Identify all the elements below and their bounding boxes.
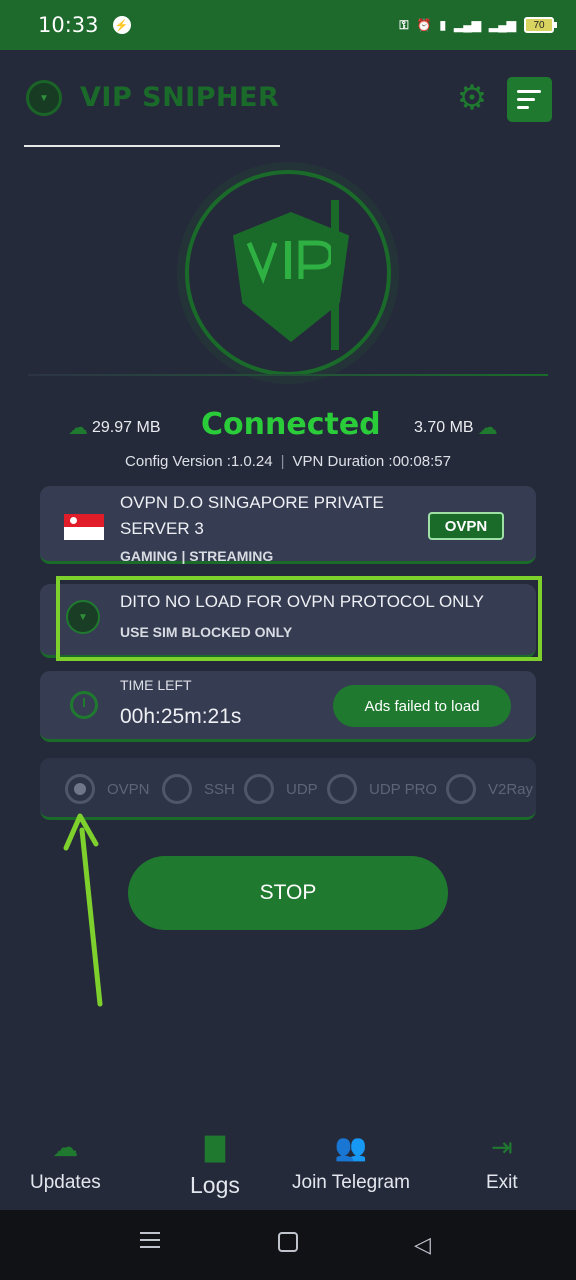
protocol-label: UDP <box>286 780 318 798</box>
cloud-upload-icon: ☁ <box>477 417 498 439</box>
nav-logs-label: Logs <box>190 1172 240 1198</box>
logo-pole <box>331 200 339 350</box>
nav-exit[interactable]: ⇥ Exit <box>486 1128 518 1194</box>
protocol-label: SSH <box>204 780 235 798</box>
menu-line-icon <box>517 98 535 101</box>
protocol-option-udp[interactable]: UDP <box>244 774 318 804</box>
time-left-label: TIME LEFT <box>120 677 192 693</box>
radio-icon <box>446 774 476 804</box>
nav-telegram-label: Join Telegram <box>292 1172 410 1193</box>
status-bar: 10:33 ⚡ ⚿ ⏰ ▮ ▂▄▆ ▂▄▆ 70 <box>0 0 576 50</box>
protocol-option-udp-pro[interactable]: UDP PRO <box>327 774 437 804</box>
download-value: 29.97 MB <box>92 418 161 436</box>
protocol-label: OVPN <box>107 780 150 798</box>
connection-status: Connected <box>201 407 381 442</box>
server-name: OVPN D.O SINGAPORE PRIVATE SERVER 3 <box>120 493 384 538</box>
app-header: ▼ VIP SNIPHER ⚙ <box>0 70 576 130</box>
protocol-badge: OVPN <box>428 512 504 540</box>
volte-icon: ▮ <box>439 18 447 32</box>
menu-button[interactable] <box>507 77 552 122</box>
protocol-label: UDP PRO <box>369 780 438 798</box>
protocol-option-ssh[interactable]: SSH <box>162 774 235 804</box>
download-stat: ☁ 29.97 MB <box>68 415 160 440</box>
signal-icon: ▂▄▆ <box>454 18 482 32</box>
nav-logs[interactable]: ▇ Logs <box>190 1128 240 1199</box>
gear-icon[interactable]: ⚙ <box>456 81 488 115</box>
header-underline <box>24 145 280 147</box>
server-tags: GAMING | STREAMING <box>120 548 274 564</box>
protocol-label: V2Ray <box>488 780 534 798</box>
stop-button[interactable]: STOP <box>128 856 448 930</box>
bottom-navigation: ☁ Updates ▇ Logs 👥 Join Telegram ⇥ Exit <box>0 1128 576 1208</box>
app-brand-title: VIP SNIPHER <box>80 82 280 113</box>
vpn-duration: VPN Duration :00:08:57 <box>292 453 451 470</box>
logo-divider <box>28 374 548 376</box>
system-navigation-bar: ◁ <box>0 1210 576 1280</box>
server-selector[interactable]: OVPN D.O SINGAPORE PRIVATE SERVER 3 GAMI… <box>40 486 536 564</box>
time-left-value: 00h:25m:21s <box>120 705 242 728</box>
home-button[interactable] <box>278 1232 298 1252</box>
radio-icon <box>244 774 274 804</box>
menu-line-icon <box>517 90 541 93</box>
back-button[interactable]: ◁ <box>414 1232 431 1258</box>
app-logo-icon: ▼ <box>26 80 62 116</box>
nav-exit-label: Exit <box>486 1172 518 1193</box>
recent-apps-button[interactable] <box>140 1232 160 1253</box>
status-icons: ⚿ ⏰ ▮ ▂▄▆ ▂▄▆ 70 <box>399 17 557 33</box>
radio-icon <box>162 774 192 804</box>
protocol-option-v2ray[interactable]: V2Ray <box>446 774 533 804</box>
singapore-flag-icon <box>64 514 104 540</box>
protocol-option-ovpn[interactable]: OVPN <box>65 774 150 804</box>
alarm-icon: ⏰ <box>416 18 432 32</box>
time-left-card: TIME LEFT 00h:25m:21s Ads failed to load <box>40 671 536 742</box>
vpn-key-icon: ⚿ <box>399 17 409 32</box>
chat-icon: ▇ <box>204 1132 225 1162</box>
annotation-arrow-icon <box>63 813 103 1007</box>
battery-level: 70 <box>533 19 545 31</box>
signal-4g-icon: ▂▄▆ <box>489 18 516 32</box>
config-version: Config Version :1.0.24 <box>125 453 273 470</box>
nav-updates[interactable]: ☁ Updates <box>30 1128 101 1194</box>
upload-stat: 3.70 MB ☁ <box>414 415 498 440</box>
annotation-highlight-box <box>56 576 542 661</box>
menu-line-icon <box>517 106 529 109</box>
exit-icon: ⇥ <box>490 1132 513 1162</box>
battery-icon: 70 <box>524 17 557 33</box>
vip-logo-emblem <box>185 170 391 376</box>
status-time: 10:33 <box>38 13 99 37</box>
logo-monogram <box>245 230 337 290</box>
radio-icon <box>327 774 357 804</box>
messenger-icon: ⚡ <box>112 16 131 34</box>
upload-value: 3.70 MB <box>414 418 474 436</box>
nav-updates-label: Updates <box>30 1172 101 1193</box>
nav-join-telegram[interactable]: 👥 Join Telegram <box>292 1128 410 1194</box>
info-row: Config Version :1.0.24 | VPN Duration :0… <box>0 453 576 470</box>
cloud-download-icon: ☁ <box>52 1132 79 1162</box>
cloud-download-icon: ☁ <box>68 417 88 439</box>
ads-button[interactable]: Ads failed to load <box>333 685 511 727</box>
traffic-stats: ☁ 29.97 MB Connected 3.70 MB ☁ <box>0 405 576 445</box>
info-separator: | <box>280 453 285 470</box>
radio-selected-icon <box>65 774 95 804</box>
clock-icon <box>70 691 98 719</box>
people-icon: 👥 <box>334 1132 368 1162</box>
